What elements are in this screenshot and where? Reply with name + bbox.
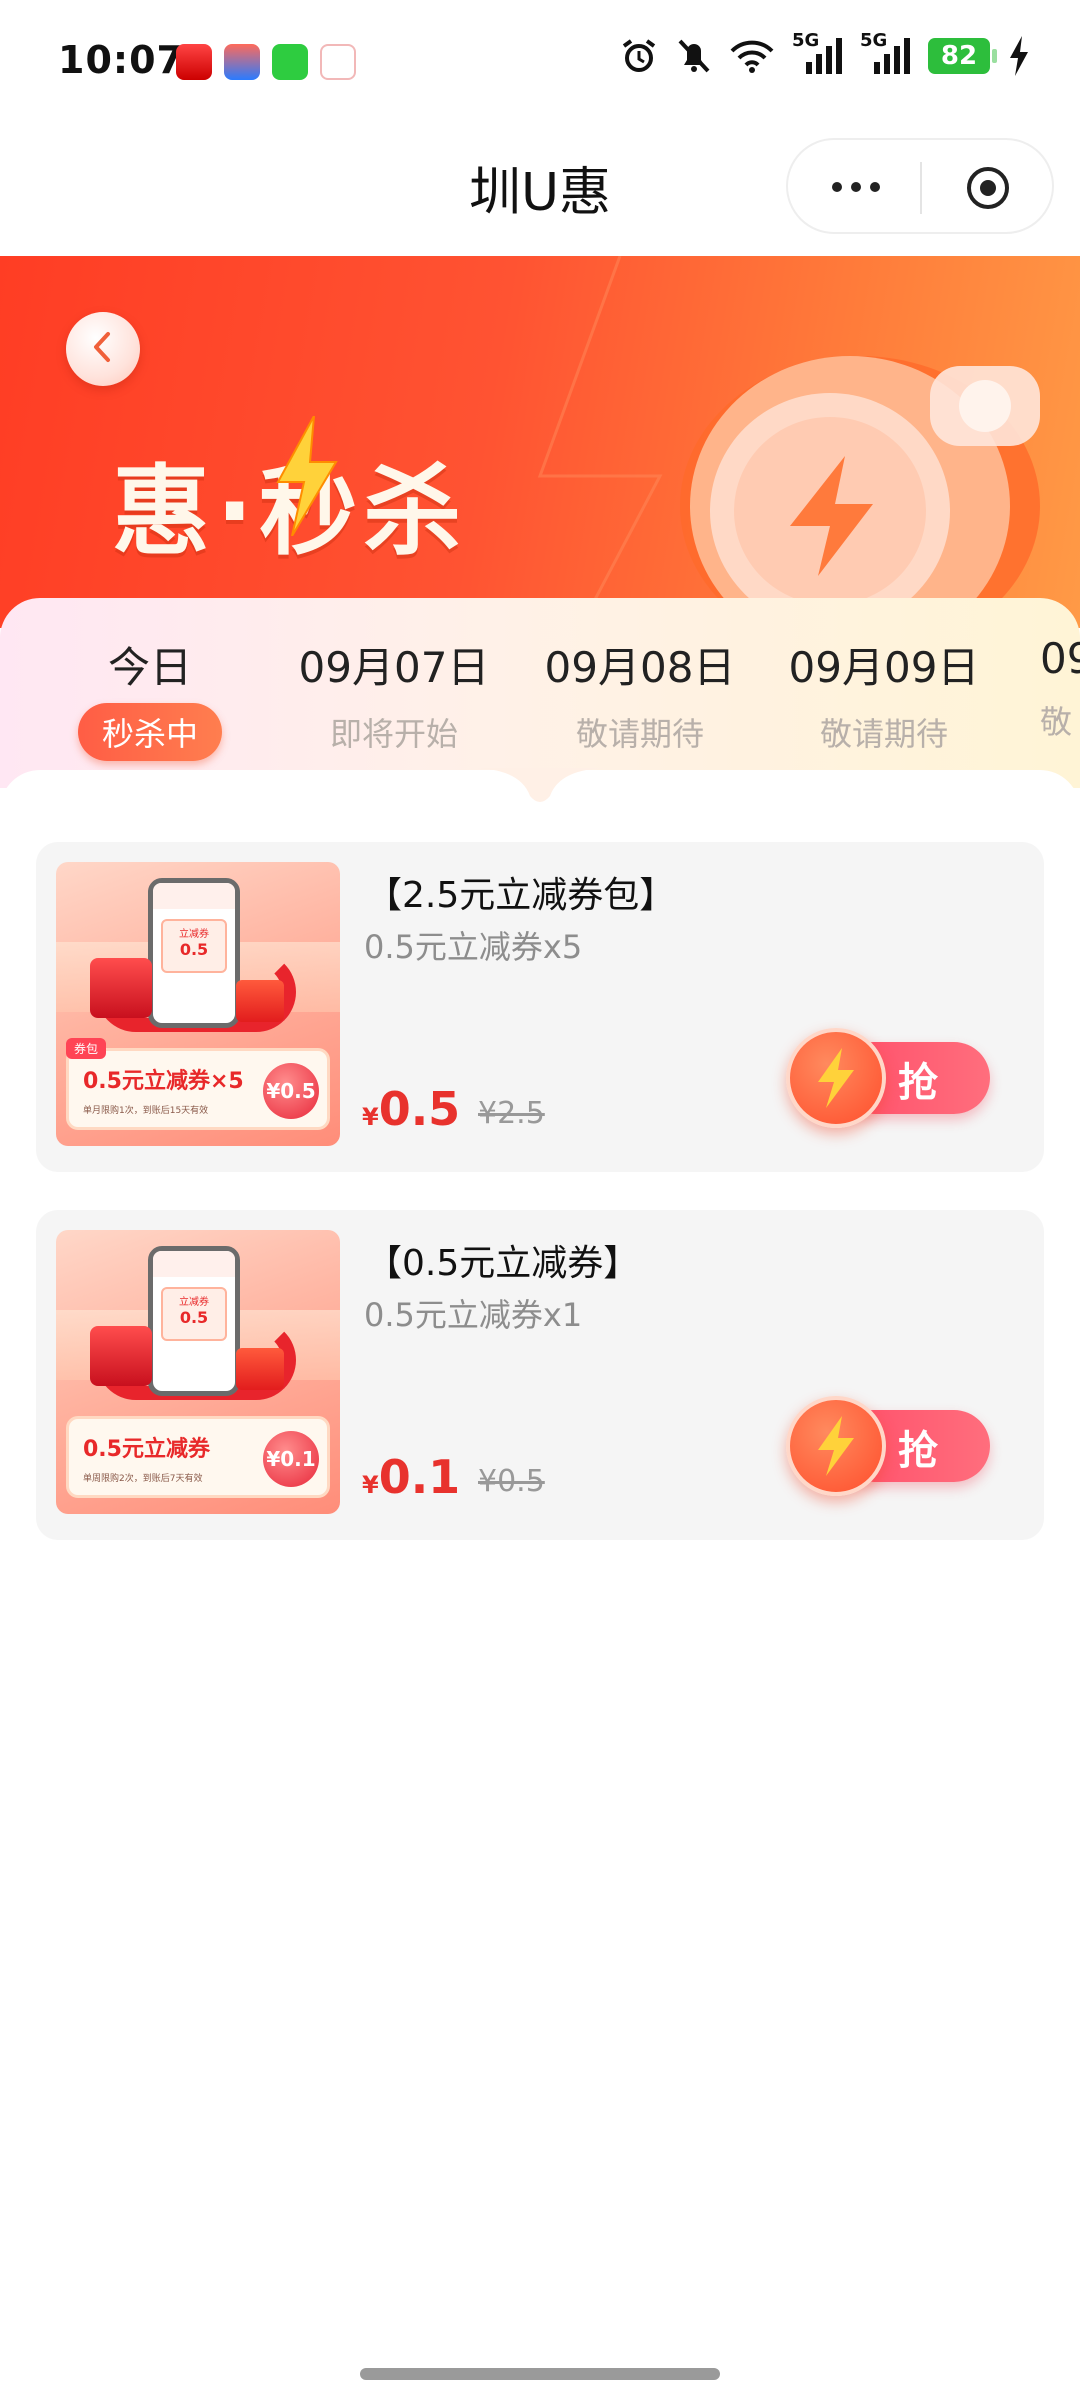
capsule-menu [786, 138, 1054, 234]
tab-0908[interactable]: 09月08日 敬请期待 [520, 634, 760, 755]
more-icon[interactable] [826, 162, 886, 212]
mute-icon [676, 37, 712, 75]
banner-title-end: 杀 [363, 455, 468, 569]
phone-ticket-label: 立减券 [179, 929, 209, 940]
charging-icon [1008, 36, 1030, 76]
shopping-bag-icon [90, 1326, 152, 1386]
coin-illustration [640, 306, 1080, 628]
phone-illustration: 立减券 0.5 [148, 878, 240, 1028]
coupon-text: 0.5元立减券×5 [83, 1069, 244, 1094]
tab-status: 敬 [1040, 703, 1073, 741]
lightning-icon [270, 415, 340, 540]
notification-icons [176, 44, 356, 80]
tab-0907[interactable]: 09月07日 即将开始 [274, 634, 514, 755]
gift-icon [236, 980, 284, 1022]
tab-date: 09月09日 [788, 643, 980, 692]
product-subtitle: 0.5元立减券x5 [364, 928, 583, 966]
wifi-icon [730, 39, 774, 73]
tab-status: 敬请期待 [819, 715, 948, 753]
news-app-icon [320, 44, 356, 80]
coupon-badge: ¥0.5 [263, 1063, 319, 1119]
status-time: 10:07 [58, 38, 184, 82]
phone-header [153, 1251, 235, 1277]
sale-price: ¥0.1 [362, 1450, 460, 1504]
grab-button-label: 抢 [898, 1060, 938, 1106]
phone-ticket: 立减券 0.5 [161, 1287, 227, 1341]
grab-button[interactable]: 抢 [780, 1026, 992, 1130]
coupon-note: 单周限购2次，到账后7天有效 [83, 1474, 203, 1484]
capsule-divider [920, 162, 922, 214]
gift-icon [236, 1348, 284, 1390]
product-title: 【2.5元立减券包】 [366, 875, 676, 916]
tab-date: 今日 [107, 643, 192, 692]
brand-app-icon [176, 44, 212, 80]
phone-ticket-label: 立减券 [179, 1297, 209, 1308]
sale-price: ¥0.5 [362, 1082, 460, 1136]
coupon-tag: 券包 [66, 1038, 107, 1059]
phone-app-icon [272, 44, 308, 80]
grab-button-label: 抢 [898, 1428, 938, 1474]
battery-indicator: 82 [928, 38, 997, 74]
coupon-text: 0.5元立减券 [83, 1437, 210, 1462]
price-value: 0.1 [378, 1450, 461, 1504]
tab-partial[interactable]: 09 敬 [1040, 634, 1080, 743]
coupon-badge: ¥0.1 [263, 1431, 319, 1487]
tab-date: 09 [1040, 634, 1080, 683]
tab-today[interactable]: 今日 秒杀中 [30, 634, 270, 761]
alarm-icon [620, 37, 658, 75]
coupon-illustration: 0.5元立减券 单周限购2次，到账后7天有效 ¥0.1 [66, 1416, 330, 1498]
product-card[interactable]: 立减券 0.5 0.5元立减券 单周限购2次，到账后7天有效 ¥0.1 【0.5… [36, 1210, 1044, 1540]
product-image: 立减券 0.5 0.5元立减券 单周限购2次，到账后7天有效 ¥0.1 [56, 1230, 340, 1514]
currency-symbol: ¥ [362, 1471, 379, 1499]
tab-status: 敬请期待 [575, 715, 704, 753]
original-price: ¥0.5 [478, 1464, 545, 1499]
close-icon[interactable] [962, 162, 1014, 214]
product-subtitle: 0.5元立减券x1 [364, 1296, 583, 1334]
status-bar: 10:07 5G 5G 82 [0, 0, 1080, 120]
shopping-bag-icon [90, 958, 152, 1018]
back-button[interactable] [66, 312, 140, 386]
tab-date: 09月08日 [544, 643, 736, 692]
product-card[interactable]: 立减券 0.5 0.5元立减券×5 单月限购1次，到账后15天有效 ¥0.5 券… [36, 842, 1044, 1172]
coupon-illustration: 0.5元立减券×5 单月限购1次，到账后15天有效 ¥0.5 [66, 1048, 330, 1130]
tab-status: 秒杀中 [77, 703, 222, 761]
phone-illustration: 立减券 0.5 [148, 1246, 240, 1396]
original-price: ¥2.5 [478, 1096, 545, 1131]
phone-header [153, 883, 235, 909]
coupon-note: 单月限购1次，到账后15天有效 [83, 1106, 209, 1116]
tab-status: 即将开始 [329, 715, 458, 753]
flash-sale-banner: 惠·秒杀 [0, 256, 1080, 628]
phone-ticket: 立减券 0.5 [161, 919, 227, 973]
lightning-icon [786, 1028, 886, 1128]
product-title: 【0.5元立减券】 [366, 1243, 640, 1284]
home-indicator[interactable] [360, 2368, 720, 2380]
chevron-left-icon [88, 330, 118, 368]
tab-date: 09月07日 [298, 643, 490, 692]
signal-icon: 5G [860, 30, 910, 76]
phone-ticket-value: 0.5 [179, 940, 209, 959]
grab-button[interactable]: 抢 [780, 1394, 992, 1498]
lightning-icon [786, 1396, 886, 1496]
signal-icon: 5G [792, 30, 842, 76]
currency-symbol: ¥ [362, 1103, 379, 1131]
active-tab-indicator [470, 768, 610, 802]
tab-0909[interactable]: 09月09日 敬请期待 [764, 634, 1004, 755]
signal-label: 5G [860, 30, 888, 51]
mini-program-header: 圳U惠 [0, 120, 1080, 256]
signal-label: 5G [792, 30, 820, 51]
product-image: 立减券 0.5 0.5元立减券×5 单月限购1次，到账后15天有效 ¥0.5 券… [56, 862, 340, 1146]
date-tabs: 今日 秒杀中 09月07日 即将开始 09月08日 敬请期待 09月09日 敬请… [0, 598, 1080, 788]
price-value: 0.5 [378, 1082, 461, 1136]
status-indicators: 5G 5G 82 [620, 30, 1030, 76]
mascot-app-icon [224, 44, 260, 80]
phone-ticket-value: 0.5 [179, 1308, 209, 1327]
